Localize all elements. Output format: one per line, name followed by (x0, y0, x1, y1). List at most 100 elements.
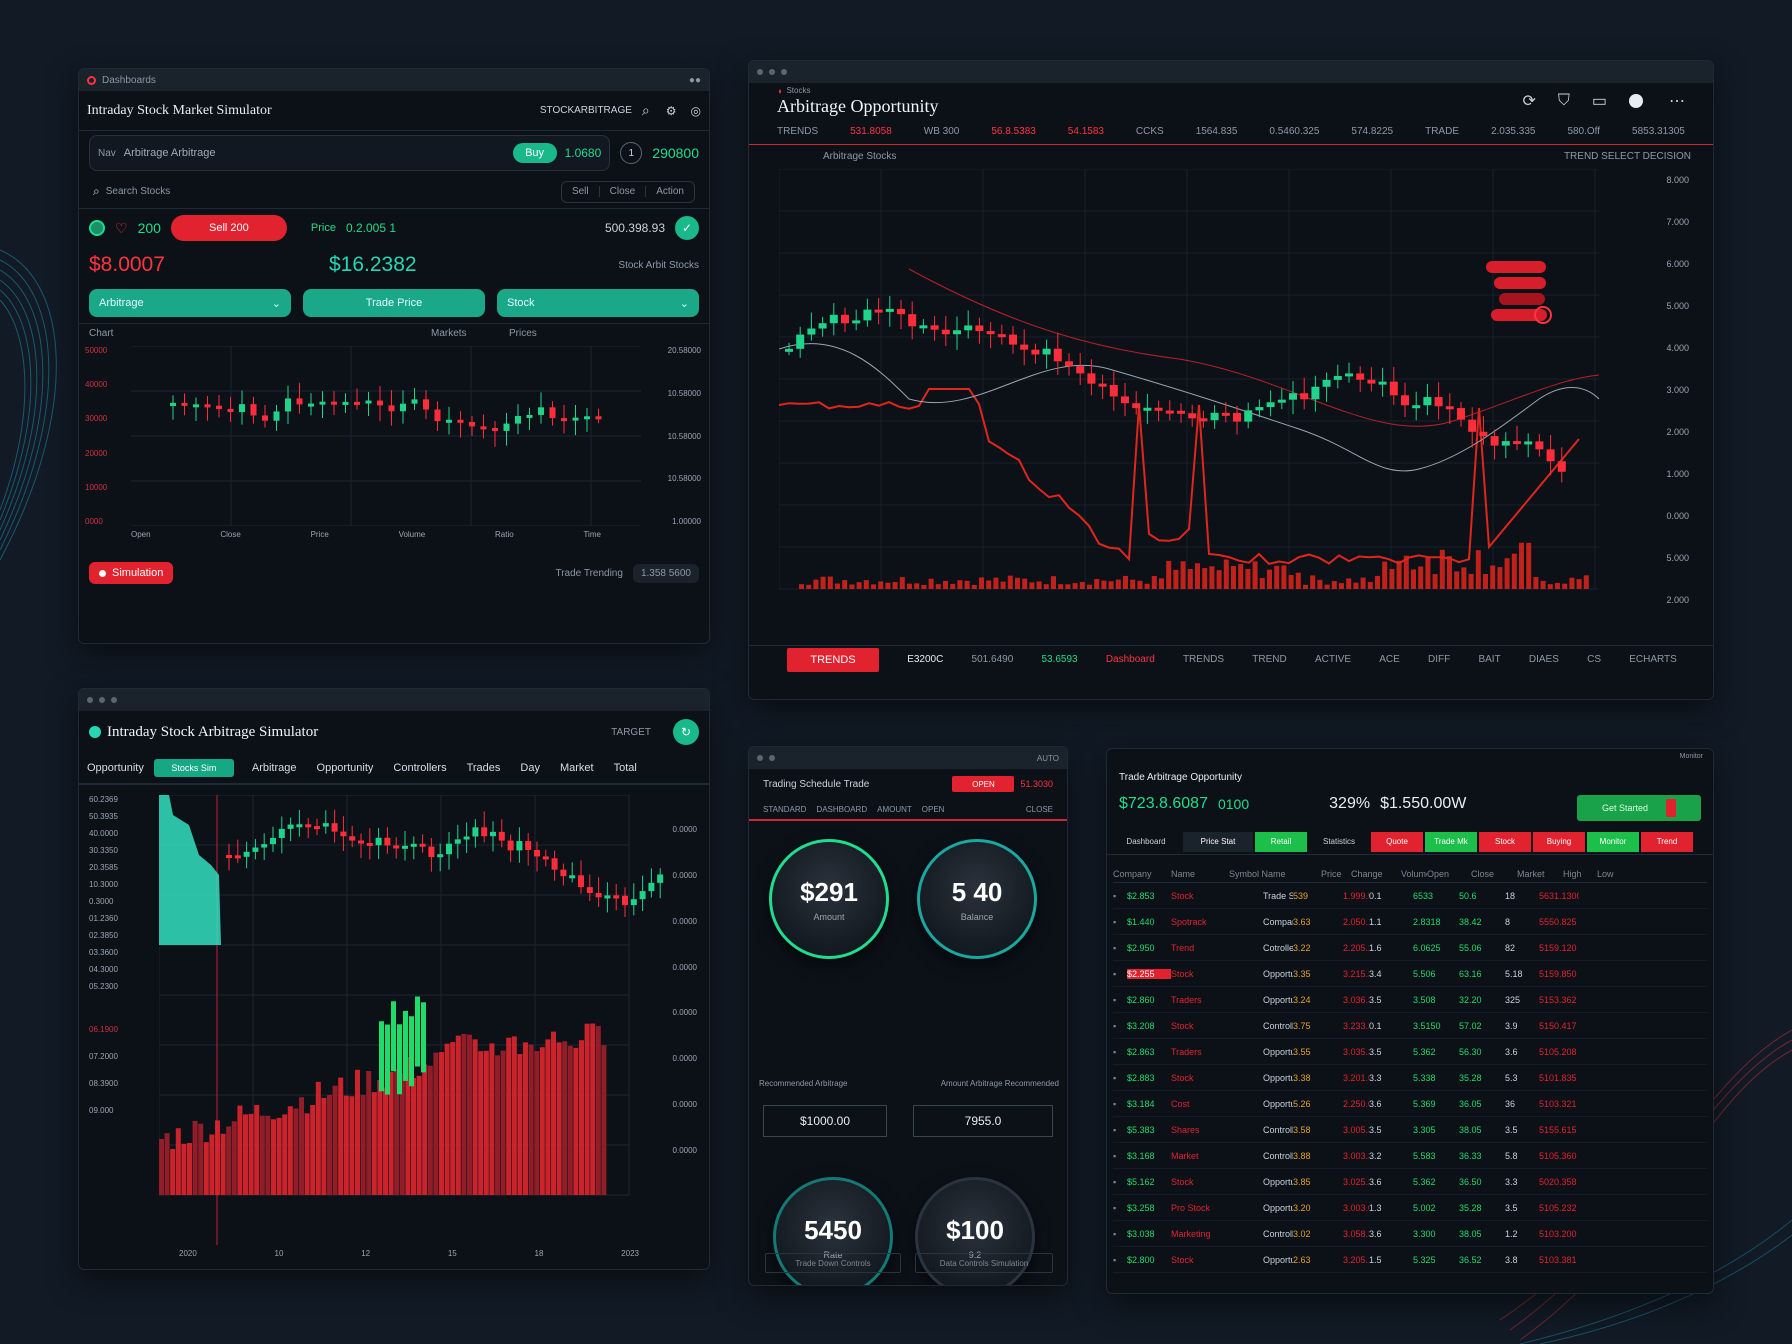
arbitrage-dropdown[interactable]: Arbitrage ⌄ (89, 289, 291, 317)
filter-tab[interactable]: Buying (1533, 831, 1585, 852)
filter-tab[interactable]: Retail (1255, 831, 1307, 852)
card-icon[interactable]: ▭ (1592, 91, 1607, 111)
column-header[interactable]: Low (1597, 869, 1637, 879)
filter-tab[interactable]: Trade Mk (1425, 831, 1477, 852)
tab-opportunity-2[interactable]: Opportunity (307, 762, 384, 774)
filter-tab[interactable]: Statistics (1309, 832, 1369, 852)
buy-pill[interactable]: Buy (512, 143, 557, 163)
trends-button[interactable]: TRENDS (787, 647, 879, 672)
bottom-item[interactable]: ACE (1379, 654, 1400, 665)
filter-tab[interactable]: Price Stat (1183, 831, 1253, 852)
toggle-icon[interactable] (1629, 94, 1643, 108)
bottom-item[interactable]: DIFF (1428, 654, 1450, 665)
sub-item[interactable]: DASHBOARD (816, 805, 867, 814)
rate-field[interactable]: 7955.0 (913, 1105, 1053, 1137)
bottom-item[interactable]: Dashboard (1106, 654, 1155, 665)
table-row[interactable]: ▪ $3.184 Cost Opportunity Traders5.26 2.250.… (1113, 1091, 1707, 1117)
tab-controllers[interactable]: Controllers (383, 762, 456, 774)
bottom-item[interactable]: TREND (1252, 654, 1286, 665)
stock-dropdown[interactable]: Stock ⌄ (497, 289, 699, 317)
column-header[interactable]: Close (1471, 869, 1517, 879)
table-row[interactable]: ▪$3.038MarketingControllers Arbitrage3.0… (1113, 1221, 1707, 1247)
table-row[interactable]: ▪ $2.800 Stock Opportunity Controls2.63 3.20… (1113, 1247, 1707, 1273)
open-button[interactable]: OPEN (952, 776, 1015, 792)
filter-tab[interactable]: Trend (1641, 831, 1693, 852)
ticker-item[interactable]: 54.1583 (1068, 126, 1104, 137)
ticker-item[interactable]: 531.8058 (850, 126, 892, 137)
sub-item[interactable]: CLOSE (1026, 805, 1053, 814)
tab-market[interactable]: Market (550, 762, 604, 774)
amount-gauge[interactable]: $291 Amount (769, 839, 889, 959)
get-started-button[interactable]: Get Started (1577, 795, 1701, 821)
search-stocks-input[interactable]: Search Stocks (106, 186, 170, 197)
bottom-item[interactable]: ACTIVE (1315, 654, 1351, 665)
bottom-item[interactable]: DIAES (1529, 654, 1559, 665)
ticker-item[interactable]: TRENDS (777, 126, 818, 137)
filter-tab[interactable]: Monitor (1587, 831, 1639, 852)
table-row[interactable]: ▪ $1.440 Spotrack Company Gains3.63 2.050.12… (1113, 909, 1707, 935)
segment-close[interactable]: Close (598, 186, 646, 197)
bottom-item[interactable]: BAIT (1478, 654, 1500, 665)
column-header[interactable]: Open (1427, 869, 1471, 879)
sub-item[interactable]: OPEN (922, 805, 945, 814)
bottom-item[interactable]: 501.6490 (972, 654, 1014, 665)
simulation-button[interactable]: Simulation (89, 562, 174, 584)
column-header[interactable]: Company (1113, 869, 1171, 879)
trade-price-button[interactable]: Trade Price (303, 289, 485, 317)
status-icon[interactable]: ↻ (673, 719, 699, 745)
segment-sell[interactable]: Sell (562, 186, 599, 197)
bottom-item[interactable]: E3200C (907, 654, 943, 665)
ticker-item[interactable]: 1564.835 (1196, 126, 1238, 137)
tab-day[interactable]: Day (510, 762, 550, 774)
bottom-item[interactable]: CS (1587, 654, 1601, 665)
column-header[interactable]: Name (1171, 869, 1229, 879)
column-header[interactable]: High (1563, 869, 1597, 879)
sell-button[interactable]: Sell 200 (170, 215, 287, 241)
shield-icon[interactable]: ⛉ (1558, 92, 1570, 110)
column-header[interactable]: Symbol Name (1229, 869, 1321, 879)
amount-field[interactable]: $1000.00 (763, 1105, 887, 1137)
filter-tab[interactable]: Stock (1479, 831, 1531, 852)
signal-markers[interactable] (1486, 261, 1552, 324)
column-header[interactable]: Price (1321, 869, 1351, 879)
column-header[interactable]: Market (1517, 869, 1563, 879)
sub-item[interactable]: AMOUNT (877, 805, 912, 814)
bottom-item[interactable]: 53.6593 (1041, 654, 1077, 665)
window-menu-icon[interactable]: ●● (689, 75, 701, 86)
data-controls-button[interactable]: Data Controls Simulation (915, 1253, 1053, 1273)
filter-tab[interactable]: Dashboard (1111, 832, 1181, 852)
tab-opportunity[interactable]: Opportunity (87, 762, 154, 774)
nav-label[interactable]: STOCKARBITRAGE (540, 105, 632, 116)
balance-gauge[interactable]: 5 40 Balance (917, 839, 1037, 959)
tab-arbitrage[interactable]: Arbitrage (242, 762, 307, 774)
stocks-sim-badge[interactable]: Stocks Sim (153, 759, 234, 777)
trade-controls-button[interactable]: Trade Down Controls (765, 1253, 901, 1273)
bottom-item[interactable]: ECHARTS (1629, 654, 1677, 665)
more-icon[interactable]: ⋯ (1669, 91, 1685, 111)
ticker-item[interactable]: CCKS (1136, 126, 1164, 137)
refresh-icon[interactable]: ✓ (675, 216, 699, 240)
table-row[interactable]: ▪ $3.258 Pro Stock Opportunity Controls3.20… (1113, 1195, 1707, 1221)
table-row[interactable]: ▪ $2.883 Stock Opportunity Controllers3.38 3… (1113, 1065, 1707, 1091)
ticker-item[interactable]: 580.Off (1567, 126, 1600, 137)
segment-action[interactable]: Action (645, 186, 694, 197)
ticker-item[interactable]: 0.5460.325 (1269, 126, 1319, 137)
table-row[interactable]: ▪ $3.168 Market Controllers3.88 3.003.3003.2… (1113, 1143, 1707, 1169)
table-row[interactable]: ▪ $5.383 Shares Controllers Arbitrage3.58 3.… (1113, 1117, 1707, 1143)
heart-icon[interactable]: ♡ (115, 220, 128, 237)
ticker-item[interactable]: 574.8225 (1351, 126, 1393, 137)
bottom-item[interactable]: TRENDS (1183, 654, 1224, 665)
refresh-icon[interactable]: ⟳ (1522, 91, 1535, 111)
ticker-item[interactable]: 2.035.335 (1491, 126, 1536, 137)
ticker-item[interactable]: 56.8.5383 (991, 126, 1036, 137)
table-row[interactable]: ▪ $2.863 Traders Opportunity Stock3.55 3.035… (1113, 1039, 1707, 1065)
table-row[interactable]: ▪ $2.860 Traders Opportunity Ranks3.24 3.036… (1113, 987, 1707, 1013)
ticker-item[interactable]: 5853.31305 (1632, 126, 1685, 137)
search-icon[interactable]: ⌕ (642, 102, 650, 119)
ticker-item[interactable]: TRADE (1425, 126, 1459, 137)
settings-icon[interactable]: ⚙ (666, 104, 677, 118)
footer-value[interactable]: 1.358 5600 (632, 563, 699, 583)
column-header[interactable]: Change (1351, 869, 1401, 879)
arbitrage-search-box[interactable]: Nav Arbitrage Arbitrage Buy 1.0680 (89, 135, 611, 171)
ticker-item[interactable]: WB 300 (924, 126, 960, 137)
